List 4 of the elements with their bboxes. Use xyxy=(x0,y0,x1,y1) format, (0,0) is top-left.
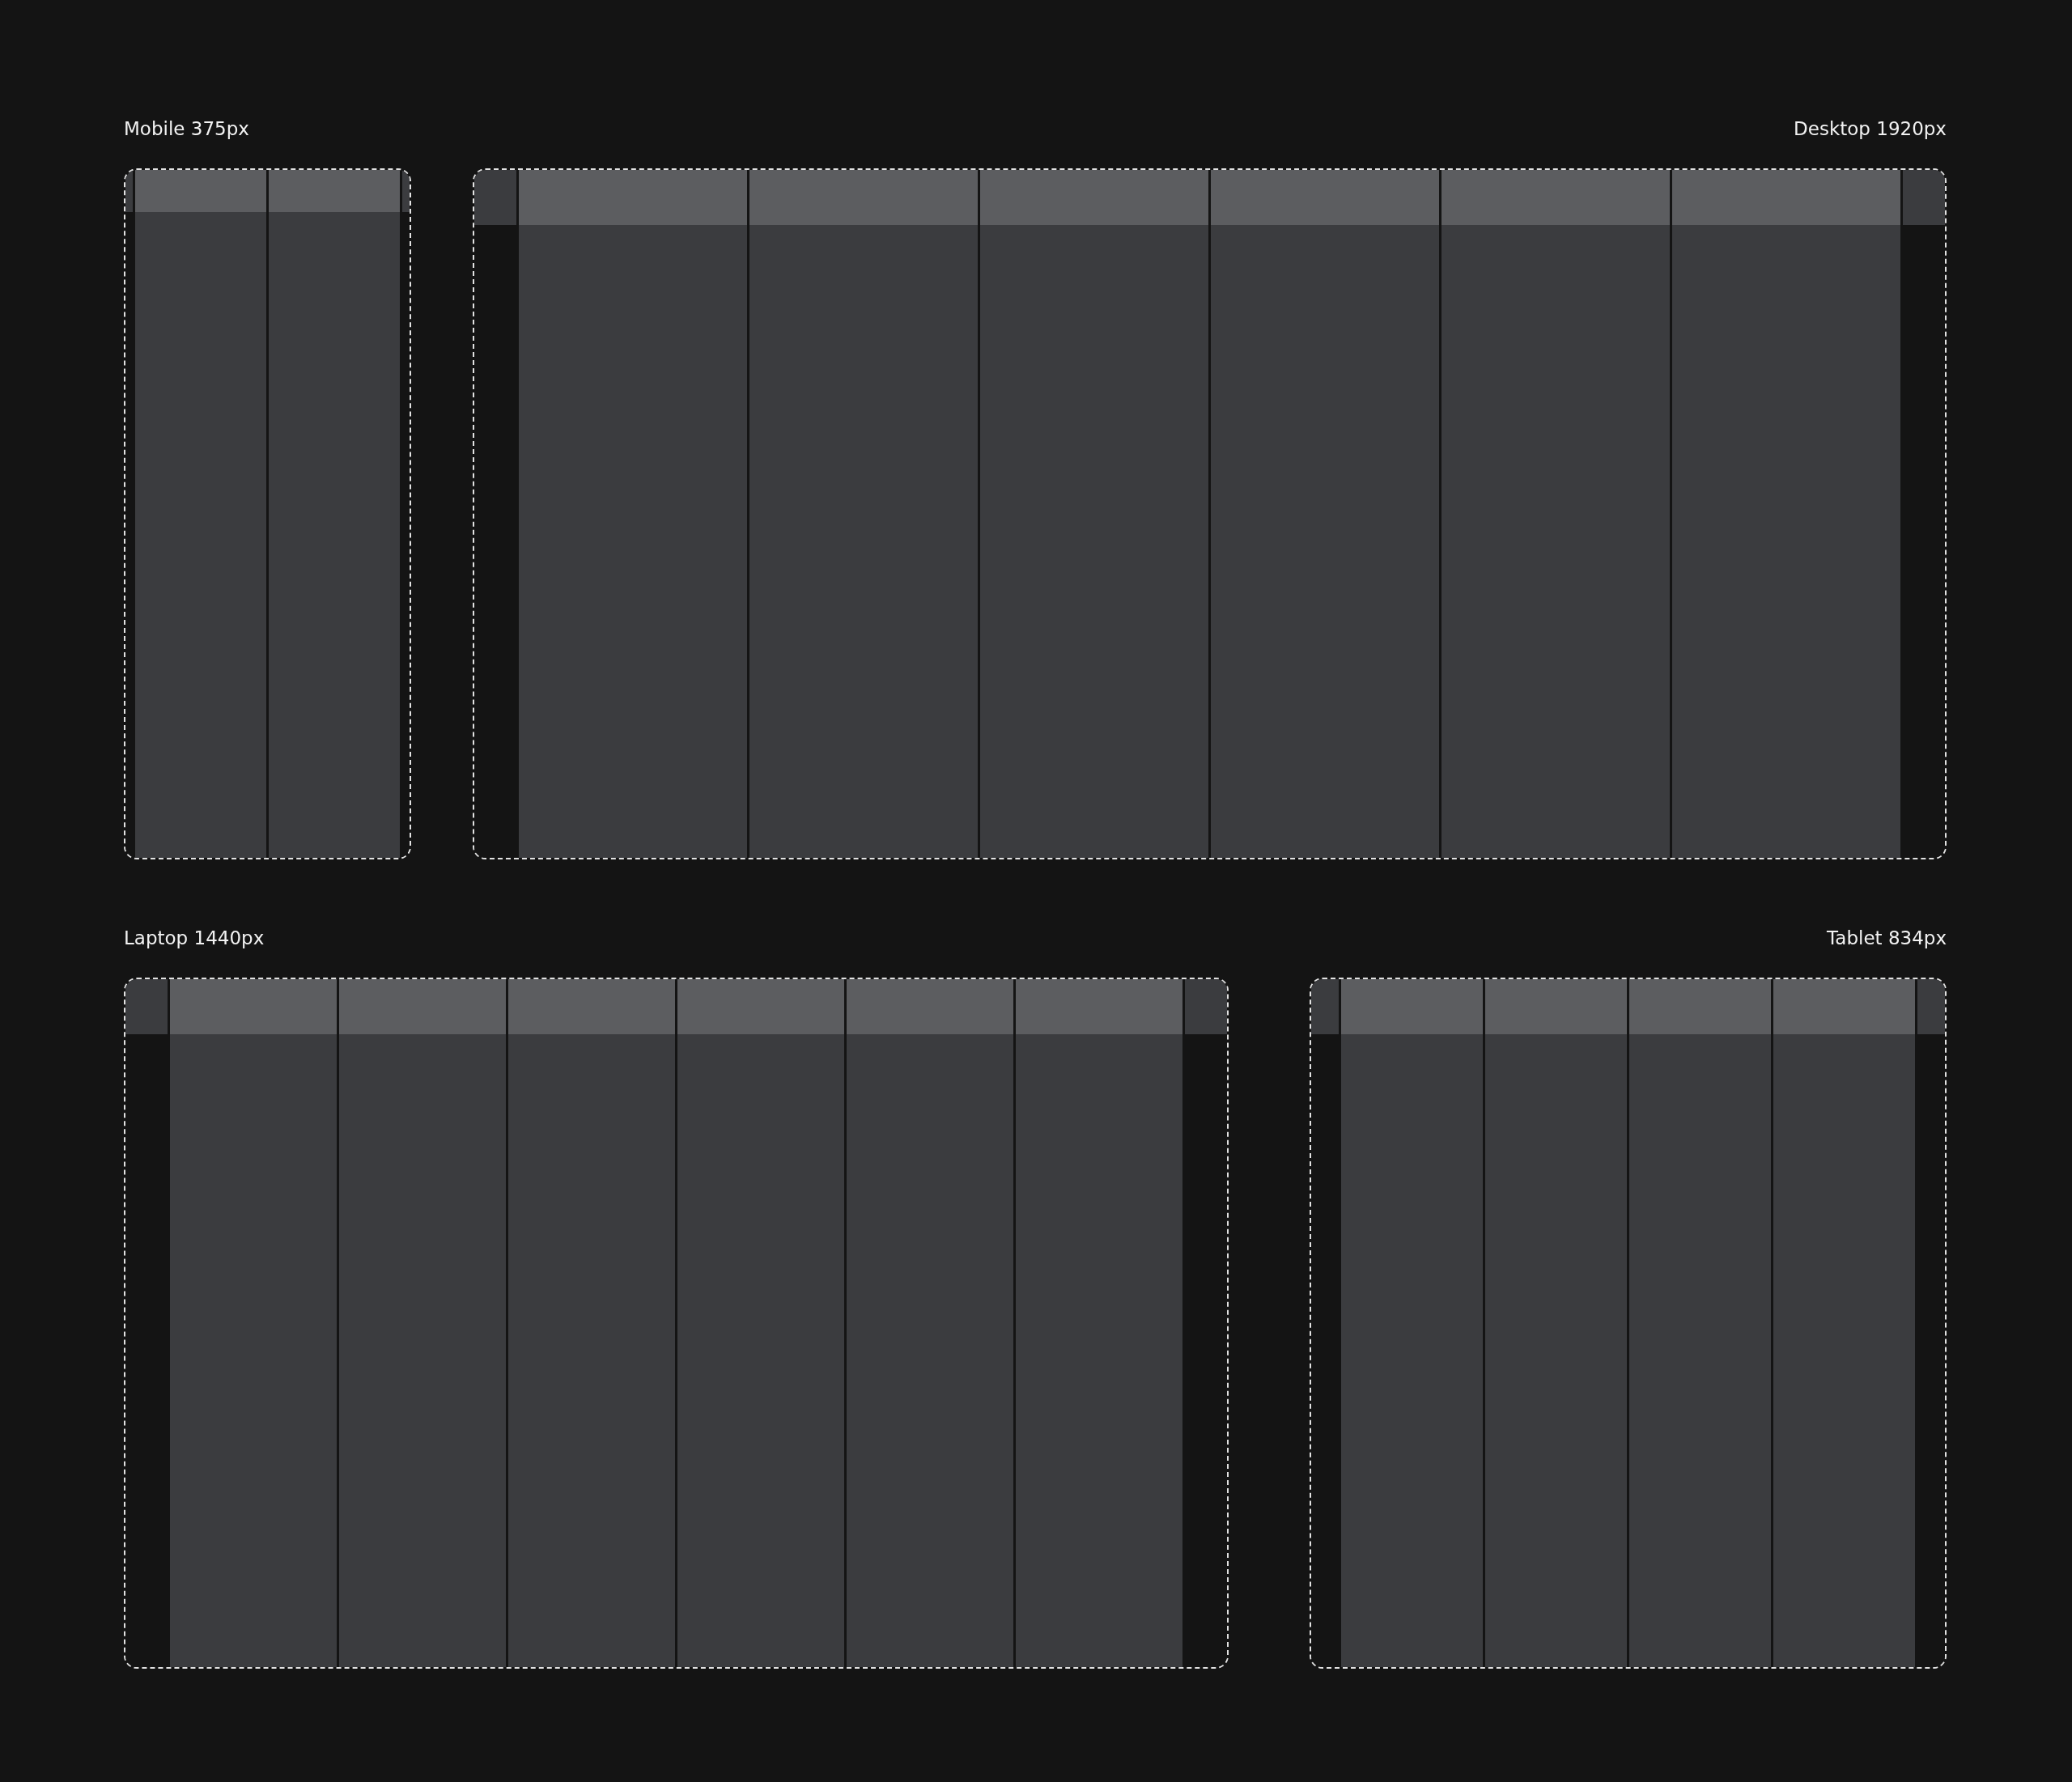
frame-label: Laptop 1440px xyxy=(124,927,265,950)
frame-label: Mobile 375px xyxy=(124,117,249,141)
frame-label: Tablet 834px xyxy=(1827,927,1947,950)
frame-label: Desktop 1920px xyxy=(1794,117,1947,141)
